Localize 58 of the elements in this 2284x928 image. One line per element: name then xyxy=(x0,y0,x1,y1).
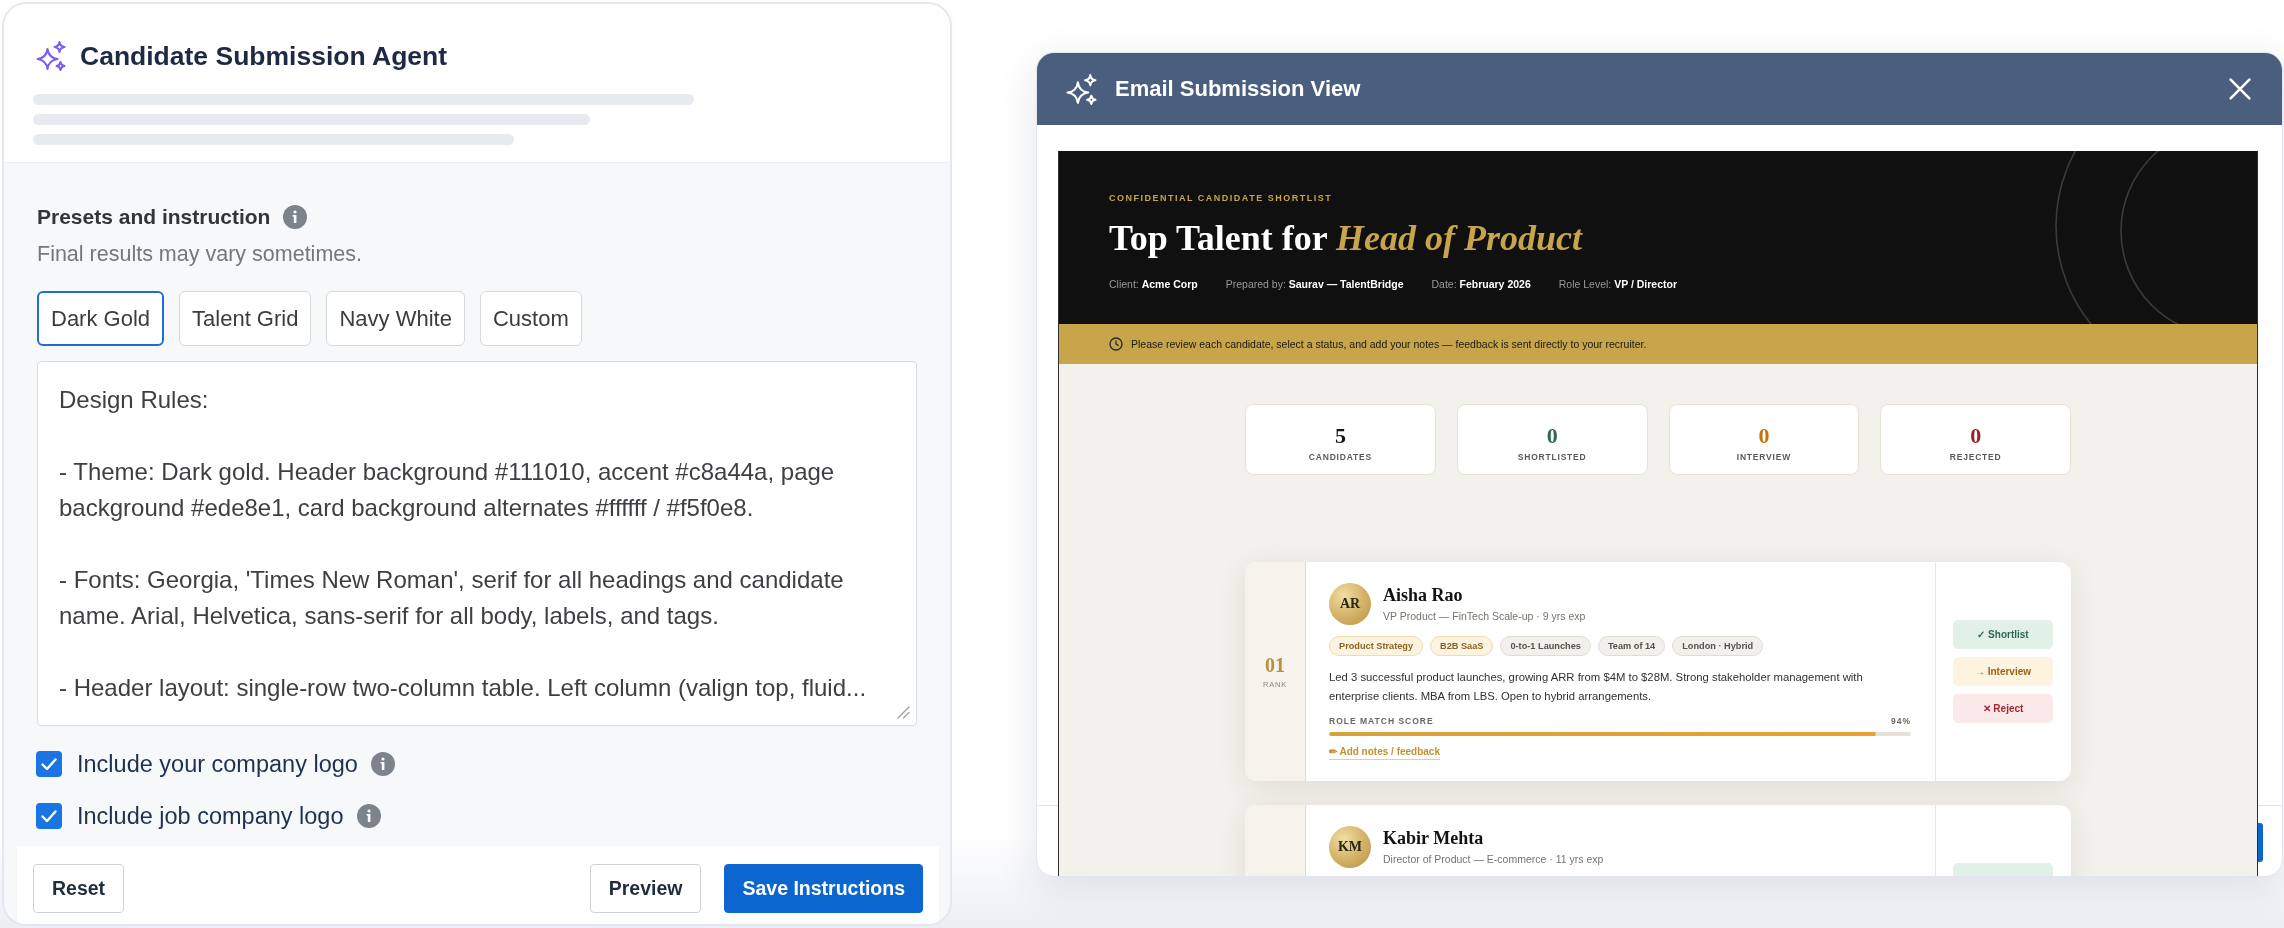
stat-label: CANDIDATES xyxy=(1308,451,1372,463)
checkbox[interactable] xyxy=(36,803,62,829)
stat-value: 0 xyxy=(1758,424,1770,448)
candidate-name: Aisha Rao xyxy=(1383,584,1463,606)
meta-item: Client: Acme Corp xyxy=(1109,277,1198,292)
preset-button[interactable]: Dark Gold xyxy=(37,291,165,346)
instructions-field[interactable]: Design Rules: - Theme: Dark gold. Header background #111010, accent #c8a44a, page background #ede8e1, card background alternates #ffffff / #f5f0e8. - Fonts: Georgia, 'Times New Roman', serif for all headings and candidate name. Arial, Helvetica, sans-serif for all body, labels, and tags. - Header layout: single-row two-column table. Left column (valign top, fluid... xyxy=(37,361,917,726)
candidate-name: Kabir Mehta xyxy=(1383,827,1484,849)
meta-item: Prepared by: Saurav — TalentBridge xyxy=(1225,277,1404,292)
eyebrow-text: CONFIDENTIAL CANDIDATE SHORTLIST xyxy=(1109,192,1333,205)
sparkle-icon xyxy=(1066,73,1097,105)
skill-tag: 0-to-1 Launches xyxy=(1500,636,1591,656)
candidate-subtitle: VP Product — FinTech Scale-up · 9 yrs exp xyxy=(1383,609,1586,624)
preview-button[interactable]: Preview xyxy=(589,864,702,913)
stat-value: 0 xyxy=(1970,424,1982,448)
clock-icon xyxy=(1109,337,1123,351)
meta-item: Date: February 2026 xyxy=(1431,277,1531,292)
preset-button[interactable]: Talent Grid xyxy=(179,291,312,346)
modal-title: Email Submission View xyxy=(1115,76,1362,102)
resize-handle-icon xyxy=(896,705,910,719)
panel-title: Candidate Submission Agent xyxy=(80,40,448,73)
stat-value: 0 xyxy=(1546,424,1558,448)
skill-tag: Team of 14 xyxy=(1597,636,1666,656)
close-icon xyxy=(2229,78,2251,100)
close-button[interactable] xyxy=(2229,78,2251,100)
stat-label: SHORTLISTED xyxy=(1517,451,1587,463)
skill-tag: Product Strategy xyxy=(1329,636,1424,656)
stat-value: 5 xyxy=(1334,424,1346,448)
sparkle-icon xyxy=(36,41,66,71)
candidate-subtitle: Director of Product — E-commerce · 11 yrs exp xyxy=(1383,852,1604,867)
email-headline: Top Talent for Head of Product xyxy=(1109,217,1583,260)
meta-item: Role Level: VP / Director xyxy=(1558,277,1678,292)
skill-tag: London · Hybrid xyxy=(1672,636,1764,656)
info-icon xyxy=(356,804,381,828)
preset-button[interactable]: Navy White xyxy=(326,291,465,346)
info-icon xyxy=(370,752,395,776)
checkbox[interactable] xyxy=(36,751,62,777)
reset-button[interactable]: Reset xyxy=(33,864,125,913)
avatar: AR xyxy=(1329,583,1371,625)
section-heading: Presets and instruction xyxy=(37,205,271,229)
score-label: ROLE MATCH SCORE xyxy=(1329,715,1434,727)
avatar: KM xyxy=(1329,826,1371,868)
checkbox-label[interactable]: Include your company logo xyxy=(77,750,358,778)
notice-text: Please review each candidate, select a status, and add your notes — feedback is sent directly to your recruiter. xyxy=(1131,338,1647,350)
save-button[interactable]: Save Instructions xyxy=(724,864,923,913)
stat-label: REJECTED xyxy=(1949,451,2002,463)
rank-number: 01 xyxy=(1265,654,1285,676)
reject-button[interactable]: ✕ Reject xyxy=(1953,694,2053,723)
checkbox-label[interactable]: Include job company logo xyxy=(77,802,344,830)
shortlist-button[interactable]: ✓ Shortlist xyxy=(1953,620,2053,649)
hint-text: Final results may vary sometimes. xyxy=(37,242,362,266)
info-icon xyxy=(283,205,308,229)
score-value: 94% xyxy=(1891,715,1911,727)
preset-button[interactable]: Custom xyxy=(479,291,582,346)
candidate-summary: Led 3 successful product launches, growing ARR from $4M to $28M. Strong stakeholder management with enterprise clients. MBA from LBS. Open to hybrid arrangements. xyxy=(1329,670,1864,704)
interview-button[interactable]: → Interview xyxy=(1953,657,2053,686)
skill-tag: B2B SaaS xyxy=(1430,636,1494,656)
stat-label: INTERVIEW xyxy=(1736,451,1791,463)
